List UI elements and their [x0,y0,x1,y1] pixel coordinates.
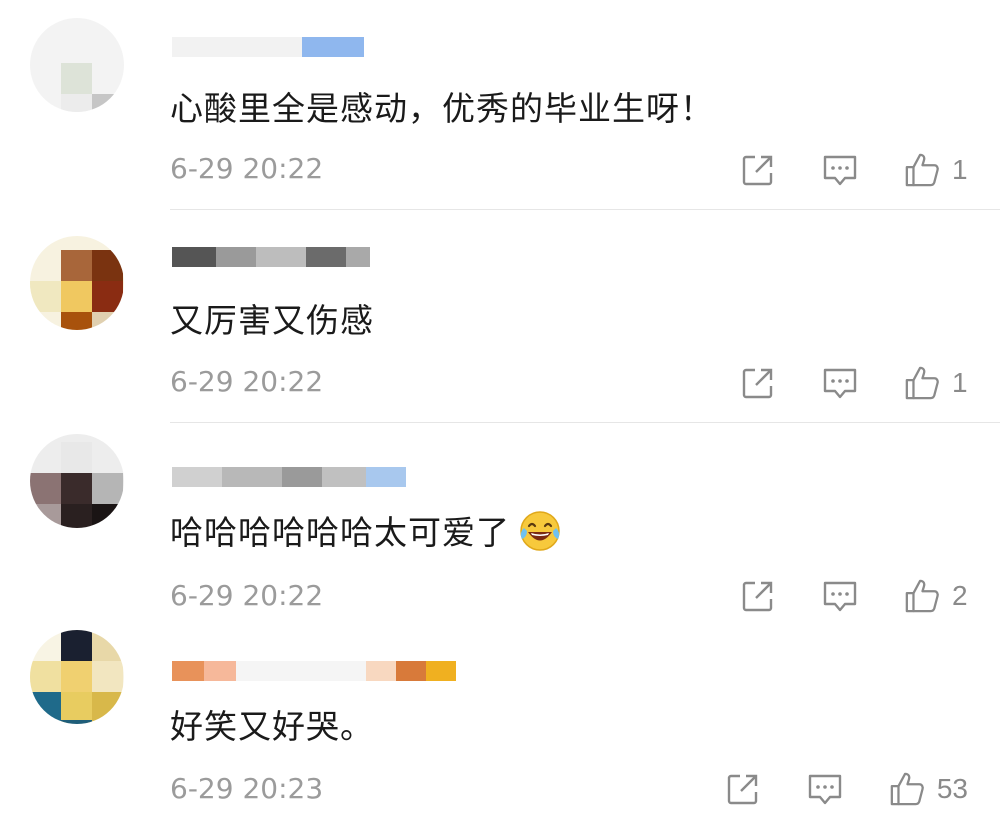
comment-actions: 2 [740,576,968,616]
timestamp: 6-29 20:22 [170,152,324,185]
repost-icon[interactable] [740,578,776,614]
comment-icon[interactable] [822,152,858,188]
username[interactable] [172,36,364,58]
comment-text-body: 哈哈哈哈哈哈太可爱了 [170,513,510,552]
repost-icon[interactable] [740,152,776,188]
like-count: 1 [952,367,968,398]
like-icon[interactable] [904,578,940,614]
comment-item: 心酸里全是感动，优秀的毕业生呀！ 6-29 20:22 1 [0,0,1000,210]
username[interactable] [172,246,370,268]
avatar[interactable] [30,434,124,528]
timestamp: 6-29 20:23 [170,772,324,805]
comment-item: 哈哈哈哈哈哈太可爱了 6-29 20:22 2 [0,424,1000,630]
comment-actions: 1 [740,150,968,190]
comment-item: 好笑又好哭。 6-29 20:23 53 [0,630,1000,815]
like-count: 1 [952,154,968,185]
repost-icon[interactable] [740,365,776,401]
like-count: 53 [936,773,968,804]
timestamp: 6-29 20:22 [170,579,324,612]
username[interactable] [172,466,406,488]
like-count: 2 [952,580,968,611]
avatar[interactable] [30,630,124,724]
avatar[interactable] [30,18,124,112]
username[interactable] [172,660,456,682]
comment-text: 好笑又好哭。 [170,707,374,746]
comment-text: 又厉害又伤感 [170,301,374,340]
like-icon[interactable] [904,152,940,188]
avatar[interactable] [30,236,124,330]
comment-icon[interactable] [822,578,858,614]
like-icon[interactable] [889,771,925,807]
comment-icon[interactable] [822,365,858,401]
like-icon[interactable] [904,365,940,401]
comment-text: 心酸里全是感动，优秀的毕业生呀！ [170,89,714,128]
divider [170,422,1000,423]
comment-text: 哈哈哈哈哈哈太可爱了 [170,506,562,561]
comment-actions: 53 [725,769,968,809]
timestamp: 6-29 20:22 [170,365,324,398]
comment-actions: 1 [740,363,968,403]
repost-icon[interactable] [725,771,761,807]
divider [170,209,1000,210]
laughing-tears-icon [518,509,562,561]
comment-item: 又厉害又伤感 6-29 20:22 1 [0,212,1000,424]
comment-icon[interactable] [807,771,843,807]
